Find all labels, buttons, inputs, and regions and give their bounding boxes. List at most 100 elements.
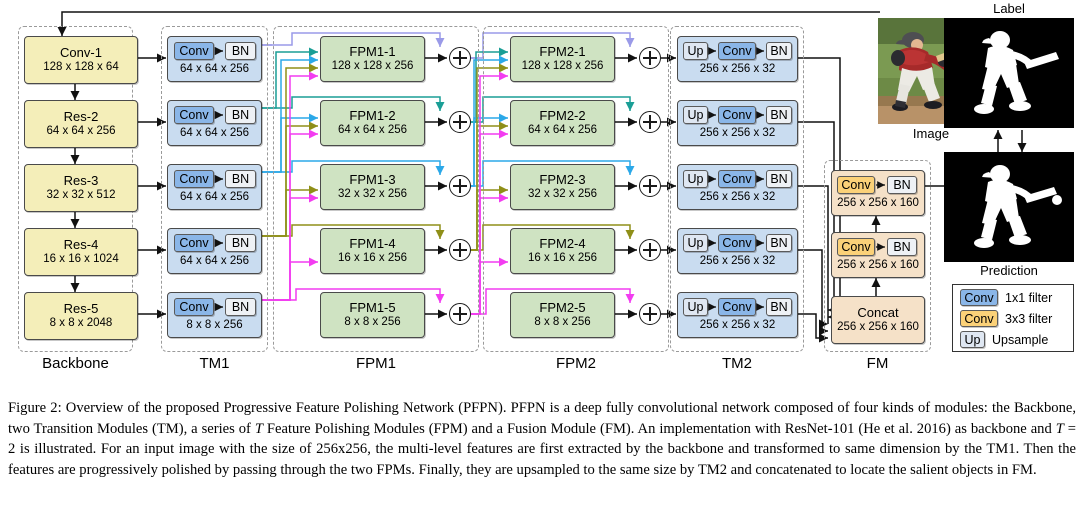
fm-concat-block[interactable]: Concat 256 x 256 x 160 bbox=[831, 296, 925, 344]
block-name: FPM2-4 bbox=[539, 236, 586, 252]
group-label-fpm1: FPM1 bbox=[355, 355, 396, 372]
fm-conv-block-bottom[interactable]: Conv BN 256 x 256 x 160 bbox=[831, 232, 925, 278]
block-name: FPM2-2 bbox=[539, 108, 586, 124]
backbone-block-conv1[interactable]: Conv-1 128 x 128 x 64 bbox=[24, 36, 138, 84]
bn-chip[interactable]: BN bbox=[887, 176, 917, 194]
bn-chip[interactable]: BN bbox=[225, 170, 256, 188]
fm-conv-block-top[interactable]: Conv BN 256 x 256 x 160 bbox=[831, 170, 925, 216]
tm1-block-2[interactable]: Conv BN 64 x 64 x 256 bbox=[167, 100, 262, 146]
block-name: Concat bbox=[857, 305, 899, 321]
block-dims: 256 x 256 x 32 bbox=[699, 255, 776, 267]
fpm2-block-1[interactable]: FPM2-1 128 x 128 x 256 bbox=[510, 36, 615, 82]
block-dims: 256 x 256 x 160 bbox=[837, 259, 919, 271]
legend-row-conv3x3: Conv 3x3 filter bbox=[960, 310, 1052, 327]
conv-chip[interactable]: Conv bbox=[718, 106, 756, 124]
prediction-mask-image bbox=[944, 152, 1074, 262]
figure-caption: Figure 2: Overview of the proposed Progr… bbox=[8, 398, 1076, 481]
caption-symbol-T2: T bbox=[1055, 420, 1064, 437]
label-mask-image bbox=[944, 18, 1074, 128]
legend-upsample-text: Upsample bbox=[992, 332, 1049, 347]
caption-part-3: is illustrated. For an input image with … bbox=[8, 441, 1076, 479]
block-name: FPM1-1 bbox=[349, 44, 396, 60]
fpm2-block-5[interactable]: FPM2-5 8 x 8 x 256 bbox=[510, 292, 615, 338]
bn-chip[interactable]: BN bbox=[887, 238, 917, 256]
backbone-block-res5[interactable]: Res-5 8 x 8 x 2048 bbox=[24, 292, 138, 340]
fpm2-block-2[interactable]: FPM2-2 64 x 64 x 256 bbox=[510, 100, 615, 146]
fpm1-block-4[interactable]: FPM1-4 16 x 16 x 256 bbox=[320, 228, 425, 274]
block-name: Res-2 bbox=[63, 109, 99, 125]
block-dims: 32 x 32 x 256 bbox=[527, 187, 598, 200]
bn-chip[interactable]: BN bbox=[766, 106, 792, 124]
conv-chip[interactable]: Conv bbox=[718, 170, 756, 188]
bn-chip[interactable]: BN bbox=[766, 298, 792, 316]
bn-chip[interactable]: BN bbox=[225, 298, 256, 316]
bn-chip[interactable]: BN bbox=[766, 170, 792, 188]
group-label-backbone: Backbone bbox=[42, 355, 109, 372]
legend-conv3x3-chip: Conv bbox=[960, 310, 998, 327]
block-dims: 256 x 256 x 32 bbox=[699, 127, 776, 139]
fpm1-sum-1 bbox=[449, 47, 471, 69]
bn-chip[interactable]: BN bbox=[766, 234, 792, 252]
fpm1-block-2[interactable]: FPM1-2 64 x 64 x 256 bbox=[320, 100, 425, 146]
block-dims: 8 x 8 x 256 bbox=[344, 315, 401, 328]
fpm1-block-5[interactable]: FPM1-5 8 x 8 x 256 bbox=[320, 292, 425, 338]
fpm1-sum-3 bbox=[449, 175, 471, 197]
block-dims: 32 x 32 x 256 bbox=[337, 187, 408, 200]
fpm1-block-1[interactable]: FPM1-1 128 x 128 x 256 bbox=[320, 36, 425, 82]
bn-chip[interactable]: BN bbox=[225, 234, 256, 252]
block-dims: 128 x 128 x 256 bbox=[521, 59, 604, 72]
conv-chip[interactable]: Conv bbox=[718, 234, 756, 252]
legend-upsample-chip: Up bbox=[960, 331, 985, 348]
block-dims: 8 x 8 x 256 bbox=[186, 319, 243, 331]
block-name: FPM1-4 bbox=[349, 236, 396, 252]
tm2-block-3[interactable]: Up Conv BN 256 x 256 x 32 bbox=[677, 164, 798, 210]
tm2-block-4[interactable]: Up Conv BN 256 x 256 x 32 bbox=[677, 228, 798, 274]
bn-chip[interactable]: BN bbox=[225, 106, 256, 124]
fpm2-sum-4 bbox=[639, 239, 661, 261]
block-dims: 8 x 8 x 256 bbox=[534, 315, 591, 328]
conv-chip[interactable]: Conv bbox=[718, 298, 756, 316]
fpm1-block-3[interactable]: FPM1-3 32 x 32 x 256 bbox=[320, 164, 425, 210]
block-dims: 256 x 256 x 32 bbox=[699, 191, 776, 203]
fpm1-sum-2 bbox=[449, 111, 471, 133]
legend-row-upsample: Up Upsample bbox=[960, 331, 1048, 348]
block-dims: 128 x 128 x 64 bbox=[43, 60, 119, 73]
block-name: Conv-1 bbox=[60, 45, 102, 61]
group-label-tm1: TM1 bbox=[199, 355, 230, 372]
block-name: Res-4 bbox=[63, 237, 99, 253]
fpm2-sum-2 bbox=[639, 111, 661, 133]
block-dims: 16 x 16 x 1024 bbox=[43, 252, 119, 265]
block-dims: 256 x 256 x 32 bbox=[699, 319, 776, 331]
block-dims: 256 x 256 x 160 bbox=[837, 197, 919, 209]
block-dims: 64 x 64 x 256 bbox=[179, 127, 250, 139]
tm1-block-5[interactable]: Conv BN 8 x 8 x 256 bbox=[167, 292, 262, 338]
tm1-block-4[interactable]: Conv BN 64 x 64 x 256 bbox=[167, 228, 262, 274]
legend-box: Conv 1x1 filter Conv 3x3 filter Up Upsam… bbox=[952, 284, 1074, 352]
tm2-block-5[interactable]: Up Conv BN 256 x 256 x 32 bbox=[677, 292, 798, 338]
backbone-block-res4[interactable]: Res-4 16 x 16 x 1024 bbox=[24, 228, 138, 276]
block-name: FPM2-5 bbox=[539, 300, 586, 316]
bn-chip[interactable]: BN bbox=[766, 42, 792, 60]
backbone-block-res3[interactable]: Res-3 32 x 32 x 512 bbox=[24, 164, 138, 212]
block-dims: 32 x 32 x 512 bbox=[46, 188, 116, 201]
block-name: FPM2-1 bbox=[539, 44, 586, 60]
block-name: FPM1-3 bbox=[349, 172, 396, 188]
legend-conv1x1-text: 1x1 filter bbox=[1005, 290, 1053, 305]
conv-chip[interactable]: Conv bbox=[718, 42, 756, 60]
tm1-block-1[interactable]: Conv BN 64 x 64 x 256 bbox=[167, 36, 262, 82]
fpm2-block-3[interactable]: FPM2-3 32 x 32 x 256 bbox=[510, 164, 615, 210]
label-caption: Label bbox=[993, 1, 1025, 16]
fpm2-block-4[interactable]: FPM2-4 16 x 16 x 256 bbox=[510, 228, 615, 274]
block-dims: 64 x 64 x 256 bbox=[46, 124, 116, 137]
tm1-block-3[interactable]: Conv BN 64 x 64 x 256 bbox=[167, 164, 262, 210]
bn-chip[interactable]: BN bbox=[225, 42, 256, 60]
block-name: FPM1-5 bbox=[349, 300, 396, 316]
block-dims: 128 x 128 x 256 bbox=[331, 59, 414, 72]
block-dims: 256 x 256 x 32 bbox=[699, 63, 776, 75]
tm2-block-1[interactable]: Up Conv BN 256 x 256 x 32 bbox=[677, 36, 798, 82]
backbone-block-res2[interactable]: Res-2 64 x 64 x 256 bbox=[24, 100, 138, 148]
block-dims: 64 x 64 x 256 bbox=[179, 255, 250, 267]
block-dims: 64 x 64 x 256 bbox=[337, 123, 408, 136]
input-image-caption: Image bbox=[912, 126, 950, 141]
tm2-block-2[interactable]: Up Conv BN 256 x 256 x 32 bbox=[677, 100, 798, 146]
